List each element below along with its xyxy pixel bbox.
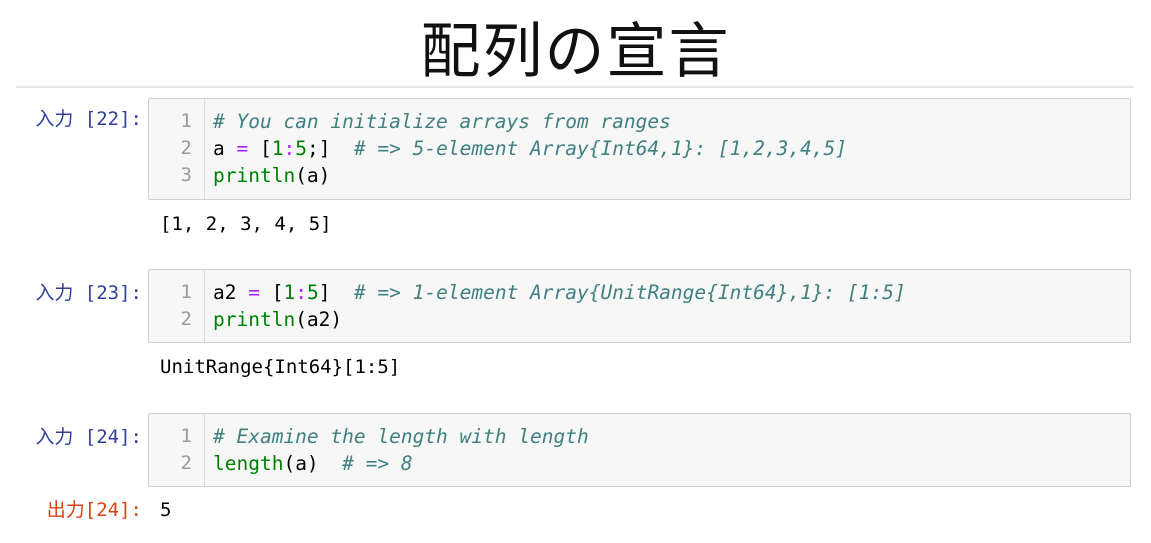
code-token-plain: ;] bbox=[306, 137, 354, 160]
code-token-plain: a bbox=[213, 137, 237, 160]
code-area[interactable]: a2 = [1:5] # => 1-element Array{UnitRang… bbox=[213, 279, 1122, 333]
line-number-gutter: 12 bbox=[149, 270, 205, 342]
code-area[interactable]: # You can initialize arrays from ranges a… bbox=[213, 108, 1122, 189]
code-line: a2 = [1:5] # => 1-element Array{UnitRang… bbox=[213, 279, 1122, 306]
line-number: 3 bbox=[180, 164, 192, 186]
code-token-op: : bbox=[295, 281, 307, 304]
input-prompt: 入力 [23]: bbox=[35, 282, 142, 304]
code-token-num: 5 bbox=[306, 281, 319, 304]
line-number: 1 bbox=[180, 281, 192, 303]
code-token-num: 1 bbox=[283, 281, 296, 304]
code-token-plain: a2 bbox=[213, 281, 249, 304]
line-number-gutter: 12 bbox=[149, 414, 205, 486]
code-token-builtin: length bbox=[213, 452, 284, 475]
cell-output: 5 bbox=[160, 499, 172, 521]
code-token-comment: # Examine the length with length bbox=[213, 425, 589, 448]
code-token-comment: # You can initialize arrays from ranges bbox=[213, 110, 671, 133]
code-token-plain: (a) bbox=[295, 164, 331, 187]
input-prompt: 入力 [22]: bbox=[35, 108, 142, 130]
code-token-num: 5 bbox=[295, 137, 307, 160]
code-token-plain: (a) bbox=[283, 452, 343, 475]
line-number: 2 bbox=[180, 308, 192, 330]
code-token-comment: # => 1-element Array{UnitRange{Int64},1}… bbox=[353, 281, 906, 304]
code-token-num: 1 bbox=[271, 137, 284, 160]
input-prompt: 入力 [24]: bbox=[35, 426, 142, 448]
code-token-comment: # => 8 bbox=[342, 452, 413, 475]
title-divider bbox=[16, 86, 1134, 88]
line-number: 1 bbox=[180, 425, 192, 447]
code-editor[interactable]: 12 a2 = [1:5] # => 1-element Array{UnitR… bbox=[148, 269, 1131, 343]
code-line: # You can initialize arrays from ranges bbox=[213, 108, 1122, 135]
cell-output: [1, 2, 3, 4, 5] bbox=[160, 213, 332, 235]
code-token-plain: [ bbox=[259, 281, 284, 304]
code-line: println(a2) bbox=[213, 306, 1122, 333]
output-prompt: 出力[24]: bbox=[46, 499, 142, 521]
cell-output: UnitRange{Int64}[1:5] bbox=[160, 356, 401, 378]
code-token-op: = bbox=[236, 137, 249, 160]
page-title: 配列の宣言 bbox=[420, 16, 731, 87]
code-token-plain: (a2) bbox=[295, 308, 343, 331]
code-line: # Examine the length with length bbox=[213, 423, 1122, 450]
code-token-plain: ] bbox=[318, 281, 354, 304]
code-editor[interactable]: 1 2 3 # You can initialize arrays from ran… bbox=[148, 98, 1131, 200]
code-line: length(a) # => 8 bbox=[213, 450, 1122, 477]
code-token-op: : bbox=[283, 137, 296, 160]
line-number-gutter: 1 2 3 bbox=[149, 99, 205, 199]
code-token-builtin: println bbox=[213, 164, 296, 187]
line-number: 2 bbox=[180, 452, 192, 474]
code-line: a = [1:5;] # => 5-element Array{Int64,1}… bbox=[213, 135, 1122, 162]
code-line: println(a) bbox=[213, 162, 1122, 189]
line-number: 1 bbox=[180, 110, 192, 132]
code-token-comment: # => 5-element Array{Int64,1}: [1,2,3,4,… bbox=[353, 137, 848, 160]
code-token-plain: [ bbox=[248, 137, 272, 160]
code-area[interactable]: # Examine the length with length length(a… bbox=[213, 423, 1122, 477]
line-number: 2 bbox=[180, 137, 192, 159]
code-token-builtin: println bbox=[213, 308, 296, 331]
code-editor[interactable]: 12 # Examine the length with length lengt… bbox=[148, 413, 1131, 487]
code-token-op: = bbox=[248, 281, 260, 304]
